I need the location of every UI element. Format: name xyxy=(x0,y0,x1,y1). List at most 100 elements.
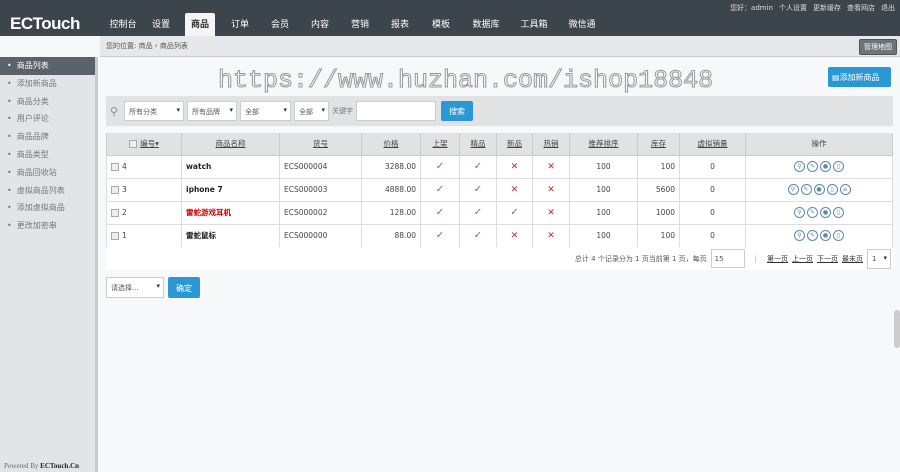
sort-order[interactable]: 100 xyxy=(569,223,638,248)
edit-icon[interactable]: ✎ xyxy=(807,230,818,241)
nav-tab[interactable]: 数据库 xyxy=(462,13,510,36)
scrollbar[interactable] xyxy=(894,310,900,348)
top-link[interactable]: 查看网店 xyxy=(847,3,875,13)
batch-select[interactable]: 请选择... xyxy=(106,277,164,298)
goods-sn[interactable]: ECS000003 xyxy=(279,177,362,202)
column-header[interactable]: 货号 xyxy=(279,133,362,156)
last-page-link[interactable]: 最末页 xyxy=(842,254,863,264)
sidebar-item[interactable]: 商品列表 xyxy=(0,57,95,75)
keyword-input[interactable] xyxy=(356,101,437,121)
new-toggle[interactable]: ✕ xyxy=(496,177,533,202)
search-button[interactable]: 搜索 xyxy=(441,101,474,121)
view-icon[interactable]: ⚲ xyxy=(794,230,805,241)
sidebar-item[interactable]: 商品品牌 xyxy=(0,128,95,146)
view-icon[interactable]: ⚲ xyxy=(794,207,805,218)
next-page-link[interactable]: 下一页 xyxy=(817,254,838,264)
virtual-sales[interactable]: 0 xyxy=(679,154,746,179)
new-toggle[interactable]: ✕ xyxy=(496,154,533,179)
edit-icon[interactable]: ✎ xyxy=(807,161,818,172)
manage-map-button[interactable]: 管理地图 xyxy=(859,39,897,55)
brand-select[interactable]: 所有品牌 xyxy=(187,101,238,121)
sort-order[interactable]: 100 xyxy=(569,177,638,202)
sort-order[interactable]: 100 xyxy=(569,200,638,225)
row-checkbox[interactable] xyxy=(111,163,119,171)
view-icon[interactable]: ⚲ xyxy=(787,184,799,195)
category-select[interactable]: 所有分类 xyxy=(124,101,185,121)
page-select[interactable]: 1 xyxy=(867,248,891,269)
hot-toggle[interactable]: ✕ xyxy=(532,200,570,225)
goods-sn[interactable]: ECS000000 xyxy=(279,223,362,248)
nav-tab[interactable]: 商品 xyxy=(185,13,215,36)
goods-price[interactable]: 4888.00 xyxy=(361,177,421,202)
goods-name[interactable]: iphone 7 xyxy=(181,177,280,202)
stock[interactable]: 1000 xyxy=(637,200,680,225)
delete-icon[interactable]: ▯ xyxy=(833,230,844,241)
nav-tab[interactable]: 控制台 xyxy=(104,13,142,36)
goods-price[interactable]: 88.00 xyxy=(361,223,421,248)
goods-sn[interactable]: ECS000002 xyxy=(279,200,362,225)
column-header[interactable]: 虚拟销量 xyxy=(679,133,746,156)
goods-sn[interactable]: ECS000004 xyxy=(279,154,362,179)
nav-tab[interactable]: 订单 xyxy=(220,13,260,36)
sidebar-item[interactable]: 添加虚拟商品 xyxy=(0,199,95,217)
copy-icon[interactable]: ● xyxy=(820,207,831,218)
nav-tab[interactable]: 营销 xyxy=(340,13,380,36)
column-header[interactable]: 库存 xyxy=(637,133,680,156)
nav-tab[interactable]: 会员 xyxy=(260,13,300,36)
edit-icon[interactable]: ✎ xyxy=(807,207,818,218)
prev-page-link[interactable]: 上一页 xyxy=(792,254,813,264)
top-link[interactable]: 退出 xyxy=(881,3,895,13)
best-toggle[interactable]: ✓ xyxy=(459,154,497,179)
best-toggle[interactable]: ✓ xyxy=(459,200,497,225)
nav-tab[interactable]: 内容 xyxy=(300,13,340,36)
new-toggle[interactable]: ✓ xyxy=(496,200,533,225)
sidebar-item[interactable]: 用户评论 xyxy=(0,110,95,128)
top-link[interactable]: 更新缓存 xyxy=(813,3,841,13)
sort-order[interactable]: 100 xyxy=(569,154,638,179)
column-header[interactable]: 编号▾ xyxy=(106,133,182,156)
nav-tab[interactable]: 报表 xyxy=(380,13,420,36)
column-header[interactable]: 推荐排序 xyxy=(569,133,638,156)
onsale-toggle[interactable]: ✓ xyxy=(420,223,460,248)
onsale-toggle[interactable]: ✓ xyxy=(420,177,460,202)
hot-toggle[interactable]: ✕ xyxy=(532,223,570,248)
column-header[interactable]: 热销 xyxy=(532,133,570,156)
delete-icon[interactable]: ▯ xyxy=(833,161,844,172)
copy-icon[interactable]: ● xyxy=(820,161,831,172)
column-header[interactable]: 价格 xyxy=(361,133,421,156)
goods-price[interactable]: 3288.00 xyxy=(361,154,421,179)
edit-icon[interactable]: ✎ xyxy=(800,184,812,195)
row-checkbox[interactable] xyxy=(111,186,119,194)
stock[interactable]: 100 xyxy=(637,223,680,248)
sidebar-item[interactable]: 商品分类 xyxy=(0,93,95,111)
goods-name[interactable]: 雷蛇游戏耳机 xyxy=(181,200,280,225)
select-all-checkbox[interactable] xyxy=(129,140,138,149)
sidebar-item[interactable]: 添加新商品 xyxy=(0,75,95,93)
column-header[interactable]: 上架 xyxy=(420,133,460,156)
copy-icon[interactable]: ● xyxy=(820,230,831,241)
stock[interactable]: 5600 xyxy=(637,177,680,202)
new-toggle[interactable]: ✕ xyxy=(496,223,533,248)
stock[interactable]: 100 xyxy=(637,154,680,179)
virtual-sales[interactable]: 0 xyxy=(679,223,746,248)
delete-icon[interactable]: ▯ xyxy=(833,207,844,218)
virtual-sales[interactable]: 0 xyxy=(679,177,746,202)
status-select-2[interactable]: 全部 xyxy=(294,101,330,121)
hot-toggle[interactable]: ✕ xyxy=(532,154,570,179)
copy-icon[interactable]: ● xyxy=(813,184,825,195)
list-icon[interactable]: ≡ xyxy=(839,184,851,195)
sidebar-item[interactable]: 商品回收站 xyxy=(0,164,95,182)
nav-tab[interactable]: 工具箱 xyxy=(510,13,558,36)
first-page-link[interactable]: 第一页 xyxy=(767,254,788,264)
top-link[interactable]: 个人设置 xyxy=(779,3,807,13)
row-checkbox[interactable] xyxy=(111,232,119,240)
goods-name[interactable]: watch xyxy=(181,154,280,179)
delete-icon[interactable]: ▯ xyxy=(826,184,838,195)
sidebar-item[interactable]: 更改加密串 xyxy=(0,217,95,235)
nav-tab[interactable]: 模板 xyxy=(420,13,462,36)
add-goods-button[interactable]: ▤添加新商品 xyxy=(828,67,891,87)
powered-brand[interactable]: ECTouch.Cn xyxy=(40,462,79,470)
sidebar-item[interactable]: 虚拟商品列表 xyxy=(0,182,95,200)
confirm-button[interactable]: 确定 xyxy=(168,277,200,298)
status-select-1[interactable]: 全部 xyxy=(240,101,292,121)
